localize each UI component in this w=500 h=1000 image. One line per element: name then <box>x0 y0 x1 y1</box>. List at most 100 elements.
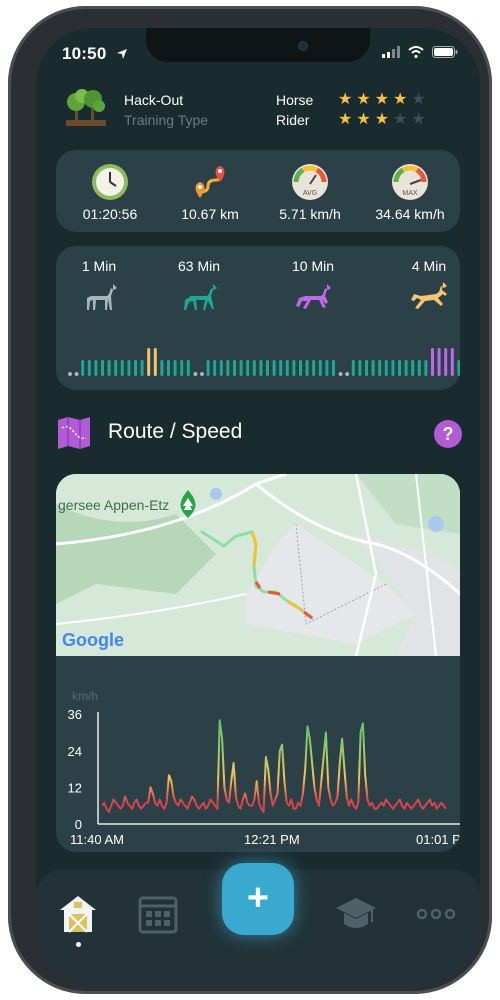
gait-timeline-bar <box>219 360 223 376</box>
gait-timeline-bar <box>74 372 79 376</box>
gait-timeline-bar <box>120 360 124 376</box>
gait-timeline-bar <box>358 360 362 376</box>
max-speed-value: 34.64 km/h <box>375 206 445 222</box>
gait-timeline-bar <box>259 360 263 376</box>
gait-timeline-bar <box>411 360 415 376</box>
gait-timeline-bar <box>371 360 375 376</box>
gait-walk-duration: 63 Min <box>177 258 221 274</box>
star-filled-icon[interactable]: ★ <box>338 112 352 128</box>
chart-xtick-label: 12:21 PM <box>244 832 300 847</box>
gait-canter: 4 Min <box>384 258 474 312</box>
add-training-button[interactable]: + <box>222 863 294 935</box>
gait-timeline-bar <box>417 360 421 376</box>
gait-trot-duration: 10 Min <box>291 258 335 274</box>
active-tab-indicator <box>76 942 81 947</box>
gait-timeline-bar <box>114 360 118 376</box>
horse-walk-icon <box>184 284 217 310</box>
training-header: Hack-Out Training Type Horse ★ ★ ★ ★ ★ Rider… <box>60 86 460 136</box>
speedometer-avg-icon: AVG <box>292 164 328 200</box>
help-button[interactable]: ? <box>434 420 462 448</box>
wifi-icon <box>408 46 424 58</box>
location-arrow-icon <box>117 49 127 59</box>
gait-timeline-bar <box>239 360 243 376</box>
distance-value: 10.67 km <box>181 206 239 222</box>
gait-timeline-bar <box>94 360 98 376</box>
gait-timeline-bar <box>226 360 230 376</box>
gait-timeline-bar <box>312 360 316 376</box>
battery-icon <box>432 46 458 58</box>
rider-rating-stars[interactable]: ★ ★ ★ ★ ★ <box>338 112 426 128</box>
duration-stat: 01:20:56 <box>60 162 160 222</box>
signal-icon <box>382 46 400 58</box>
gait-timeline-bar <box>87 360 91 376</box>
gait-timeline-bar <box>450 348 454 376</box>
gait-timeline-bar <box>365 360 368 376</box>
gait-timeline-bar <box>127 360 131 376</box>
speed-chart: km/h 0 12 24 36 11:40 AM 12:21 PM 01:01 PM <box>56 656 460 852</box>
star-empty-icon[interactable]: ★ <box>411 112 425 128</box>
chart-ytick-label: 0 <box>75 817 82 832</box>
route-map[interactable]: gersee Appen-Etz Google <box>56 474 460 656</box>
gait-timeline-bar <box>325 360 329 376</box>
gait-timeline-bar <box>384 360 388 376</box>
calendar-icon[interactable] <box>136 892 180 936</box>
gait-timeline-bar <box>424 360 428 376</box>
gait-trot: 10 Min <box>268 258 358 312</box>
gait-timeline-bar <box>299 360 302 376</box>
route-pin-icon <box>195 166 225 198</box>
gait-timeline-bar <box>431 348 434 376</box>
avg-speed-stat: AVG 5.71 km/h <box>260 162 360 222</box>
notch <box>146 28 370 62</box>
horse-standing-icon <box>87 284 117 310</box>
training-type-subtitle: Training Type <box>124 112 209 128</box>
gait-timeline-bar <box>252 360 256 376</box>
chart-xtick-label: 11:40 AM <box>70 832 124 847</box>
gait-standing: 1 Min <box>54 258 144 312</box>
gauge-max-label: MAX <box>402 190 418 197</box>
stats-card: 01:20:56 10.67 km AVG 5.71 km/h MAX 34.6… <box>56 150 460 232</box>
horse-rating-stars[interactable]: ★ ★ ★ ★ ★ <box>338 92 426 108</box>
star-filled-icon[interactable]: ★ <box>356 112 370 128</box>
tree-icon <box>66 89 106 126</box>
star-empty-icon[interactable]: ★ <box>393 112 407 128</box>
gait-timeline-bar <box>378 360 382 376</box>
gait-timeline-bar <box>213 360 217 376</box>
clock-icon <box>92 164 128 200</box>
gait-timeline-bar <box>246 360 250 376</box>
gait-timeline-bar <box>193 372 198 376</box>
speed-series-line <box>101 719 447 813</box>
gait-standing-duration: 1 Min <box>81 258 117 274</box>
section-title-route-speed: Route / Speed <box>108 420 243 443</box>
star-filled-icon[interactable]: ★ <box>393 92 407 108</box>
star-empty-icon[interactable]: ★ <box>411 92 425 108</box>
map-place-label: gersee Appen-Etz <box>58 497 169 513</box>
horse-rating-label: Horse <box>276 92 314 108</box>
gait-timeline-bar <box>101 360 104 376</box>
star-filled-icon[interactable]: ★ <box>375 112 389 128</box>
app-screen: 10:50 Hack-Out Training Type Horse ★ ★ ★… <box>36 28 480 984</box>
gait-timeline-bar <box>167 360 170 376</box>
star-filled-icon[interactable]: ★ <box>356 92 370 108</box>
horse-canter-icon <box>411 282 447 309</box>
gait-timeline-bar <box>404 360 408 376</box>
gait-timeline-bar <box>338 372 343 376</box>
chart-ytick-label: 24 <box>68 744 82 759</box>
gait-timeline-bar <box>351 360 355 376</box>
star-filled-icon[interactable]: ★ <box>338 92 352 108</box>
gait-timeline-bar <box>160 360 164 376</box>
map-canvas: gersee Appen-Etz Google <box>56 474 460 656</box>
home-barn-icon[interactable] <box>56 892 100 936</box>
gait-timeline-bar <box>398 360 401 376</box>
speedometer-max-icon: MAX <box>392 164 428 200</box>
camera <box>298 41 308 51</box>
max-speed-stat: MAX 34.64 km/h <box>360 162 460 222</box>
gait-timeline-bar <box>81 360 85 376</box>
gait-walk: 63 Min <box>154 258 244 312</box>
training-type-title: Hack-Out <box>124 92 184 108</box>
graduation-cap-icon[interactable] <box>334 892 378 936</box>
gait-timeline-bar <box>153 348 157 376</box>
gaits-card: 1 Min 63 Min 10 Min 4 Min <box>56 246 460 390</box>
star-filled-icon[interactable]: ★ <box>375 92 389 108</box>
more-dots-icon[interactable] <box>414 892 458 936</box>
gait-timeline-bar <box>206 360 210 376</box>
